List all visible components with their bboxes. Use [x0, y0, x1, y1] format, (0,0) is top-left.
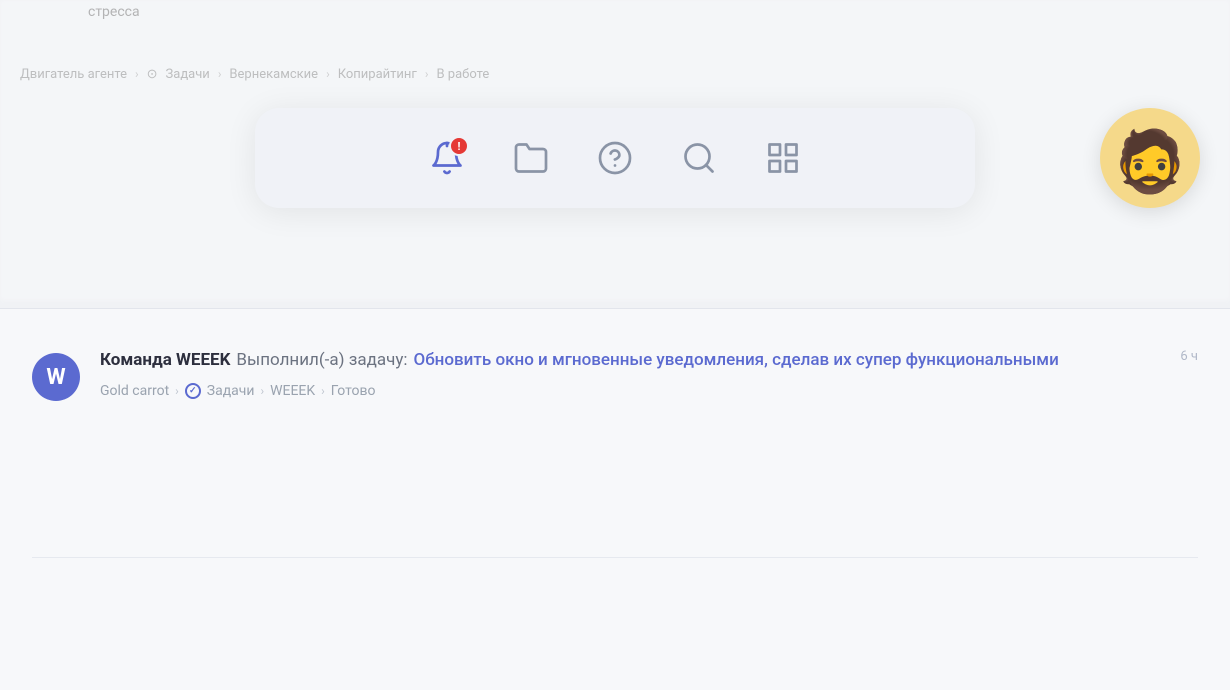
- bc-arrow-2: ›: [260, 384, 264, 398]
- notif-time-1: 6 ч: [1180, 349, 1198, 364]
- notif-task-link[interactable]: Обновить окно и мгновенные уведомления, …: [414, 349, 1059, 373]
- bc-sep-3: ›: [326, 67, 330, 81]
- notif-avatar-1: W: [32, 353, 80, 401]
- breadcrumb: Двигатель агенте › ⊙ Задачи › Вернекамск…: [0, 58, 1230, 90]
- help-button[interactable]: [589, 132, 641, 184]
- bc-project: WEEEK: [270, 383, 315, 399]
- bc-status: Готово: [331, 383, 376, 399]
- notification-item-1[interactable]: W Команда WEEEK Выполнил(-а) задачу: Обн…: [0, 349, 1230, 401]
- notif-team: Команда WEEEK: [100, 350, 230, 370]
- user-avatar[interactable]: 🧔: [1100, 108, 1200, 208]
- grid-button[interactable]: [757, 132, 809, 184]
- top-partial-text: стресса: [88, 4, 140, 20]
- notif-action: Выполнил(-а) задачу:: [236, 350, 407, 370]
- bc-sep-1: ›: [135, 67, 139, 81]
- bc-sep-4: ›: [425, 67, 429, 81]
- bc-section: Задачи: [207, 383, 255, 399]
- bell-button[interactable]: !: [421, 132, 473, 184]
- notif-content-1: Команда WEEEK Выполнил(-а) задачу: Обнов…: [100, 349, 1198, 399]
- grid-icon: [765, 140, 801, 176]
- check-circle-icon: [185, 383, 201, 399]
- bc-icon-task: ⊙: [147, 67, 158, 82]
- bc-item-2: Задачи: [166, 67, 210, 82]
- bc-sep-2: ›: [218, 67, 222, 81]
- help-icon: [597, 140, 633, 176]
- folder-icon: [513, 140, 549, 176]
- toolbar-panel: !: [255, 108, 975, 208]
- bc-item-3: Вернекамские: [229, 67, 318, 82]
- bc-arrow-3: ›: [321, 384, 325, 398]
- bc-item-4: Копирайтинг: [338, 67, 417, 82]
- bc-item-5: В работе: [436, 67, 489, 82]
- bc-workspace: Gold carrot: [100, 383, 169, 399]
- search-icon: [681, 140, 717, 176]
- notif-breadcrumb-1: Gold carrot › Задачи › WEEEK › Готово: [100, 383, 1198, 399]
- search-button[interactable]: [673, 132, 725, 184]
- bc-arrow-1: ›: [175, 384, 179, 398]
- bc-item-1: Двигатель агенте: [20, 67, 127, 82]
- notifications-area: W Команда WEEEK Выполнил(-а) задачу: Обн…: [0, 309, 1230, 690]
- notif-title-line: Команда WEEEK Выполнил(-а) задачу: Обнов…: [100, 349, 1198, 373]
- folder-button[interactable]: [505, 132, 557, 184]
- notification-badge: !: [449, 136, 469, 156]
- notif-divider: [32, 557, 1198, 558]
- avatar-emoji: 🧔: [1113, 132, 1188, 192]
